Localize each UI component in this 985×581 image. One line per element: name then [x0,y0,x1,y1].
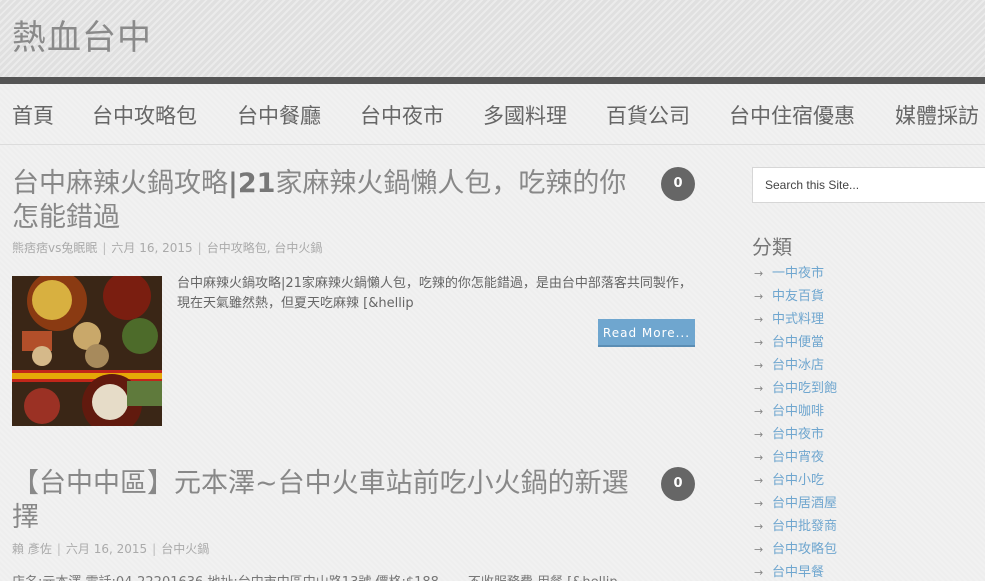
hotpot-image [12,276,162,426]
arrow-right-icon: → [754,290,764,303]
nav-item-media[interactable]: 媒體採訪 [895,100,979,130]
nav-item-international[interactable]: 多國料理 [483,100,567,130]
post-title-part[interactable]: 台中麻辣火鍋攻略 [12,168,228,199]
category-item[interactable]: → 台中咖啡 [754,400,837,423]
category-link[interactable]: 台中夜市 [772,427,824,442]
arrow-right-icon: → [754,520,764,533]
category-item[interactable]: → 中式料理 [754,308,837,331]
categories-heading: 分類 [752,235,792,259]
arrow-right-icon: → [754,543,764,556]
arrow-right-icon: → [754,313,764,326]
category-item[interactable]: → 台中冰店 [754,354,837,377]
arrow-right-icon: → [754,497,764,510]
category-link[interactable]: 一中夜市 [772,266,824,281]
category-item[interactable]: → 台中吃到飽 [754,377,837,400]
post-thumbnail[interactable] [12,276,162,426]
nav-divider [0,144,985,145]
arrow-right-icon: → [754,267,764,280]
category-link[interactable]: 中友百貨 [772,289,824,304]
category-link[interactable]: 台中吃到飽 [772,381,837,396]
category-item[interactable]: → 台中小吃 [754,469,837,492]
comment-count-badge[interactable]: 0 [661,467,695,501]
read-more-button[interactable]: Read More... [598,319,695,347]
category-item[interactable]: → 台中早餐 [754,561,837,581]
arrow-right-icon: → [754,382,764,395]
category-link[interactable]: 台中咖啡 [772,404,824,419]
arrow-right-icon: → [754,451,764,464]
post-excerpt: 台中麻辣火鍋攻略|21家麻辣火鍋懶人包，吃辣的你怎能錯過，是由台中部落客共同製作… [177,276,692,311]
category-item[interactable]: → 一中夜市 [754,262,837,285]
post-date: 六月 16, 2015 [111,241,193,255]
category-link[interactable]: 台中宵夜 [772,450,824,465]
post-author[interactable]: 熊痞痞vs兔眠眠 [12,241,97,255]
nav-item-department-stores[interactable]: 百貨公司 [606,100,690,130]
post-title[interactable]: 【台中中區】元本澤~台中火車站前吃小火鍋的新選擇 [12,467,652,535]
post-title-part[interactable]: |21 [228,168,275,199]
arrow-right-icon: → [754,405,764,418]
category-link[interactable]: 台中早餐 [772,565,824,580]
category-item[interactable]: → 台中居酒屋 [754,492,837,515]
category-item[interactable]: → 台中攻略包 [754,538,837,561]
category-item[interactable]: → 台中便當 [754,331,837,354]
nav-item-home[interactable]: 首頁 [12,100,54,130]
arrow-right-icon: → [754,336,764,349]
arrow-right-icon: → [754,359,764,372]
category-link[interactable]: 台中冰店 [772,358,824,373]
arrow-right-icon: → [754,428,764,441]
post-categories[interactable]: 台中火鍋 [161,542,209,556]
site-header: 熱血台中 [0,0,985,77]
nav-item-guides[interactable]: 台中攻略包 [92,100,197,130]
comment-count-badge[interactable]: 0 [661,167,695,201]
category-link[interactable]: 台中小吃 [772,473,824,488]
meta-separator: | [102,241,107,255]
category-item[interactable]: → 台中夜市 [754,423,837,446]
category-link[interactable]: 台中攻略包 [772,542,837,557]
meta-separator: | [197,241,202,255]
post-author[interactable]: 賴 彥佐 [12,542,52,556]
nav-item-night-markets[interactable]: 台中夜市 [360,100,444,130]
nav-item-hotel-deals[interactable]: 台中住宿優惠 [729,100,855,130]
post-meta: 賴 彥佐 | 六月 16, 2015 | 台中火鍋 [12,540,209,557]
site-title[interactable]: 熱血台中 [12,10,152,59]
arrow-right-icon: → [754,566,764,579]
meta-separator: | [56,542,61,556]
post-categories[interactable]: 台中攻略包, 台中火鍋 [207,241,323,255]
nav-item-restaurants[interactable]: 台中餐廳 [237,100,321,130]
category-link[interactable]: 台中居酒屋 [772,496,837,511]
category-link[interactable]: 中式料理 [772,312,824,327]
category-item[interactable]: → 台中批發商 [754,515,837,538]
arrow-right-icon: → [754,474,764,487]
category-list: → 一中夜市 → 中友百貨 → 中式料理 → 台中便當 → 台中冰店 → 台中吃到飽 → 台中… [754,262,837,581]
post-excerpt: 店名:元本澤 電話:04-22201636 地址:台中市中區中山路13號 價格:… [12,571,652,581]
category-item[interactable]: → 中友百貨 [754,285,837,308]
main-nav: 首頁 台中攻略包 台中餐廳 台中夜市 多國料理 百貨公司 台中住宿優惠 媒體採訪 [0,84,985,144]
meta-separator: | [152,542,157,556]
category-link[interactable]: 台中便當 [772,335,824,350]
post-title[interactable]: 台中麻辣火鍋攻略|21家麻辣火鍋懶人包，吃辣的你怎能錯過 [12,167,652,235]
category-link[interactable]: 台中批發商 [772,519,837,534]
post-date: 六月 16, 2015 [65,542,148,556]
header-divider [0,77,985,84]
category-item[interactable]: → 台中宵夜 [754,446,837,469]
post-meta: 熊痞痞vs兔眠眠 | 六月 16, 2015 | 台中攻略包, 台中火鍋 [12,239,322,256]
search-input[interactable]: Search this Site... [752,167,985,203]
